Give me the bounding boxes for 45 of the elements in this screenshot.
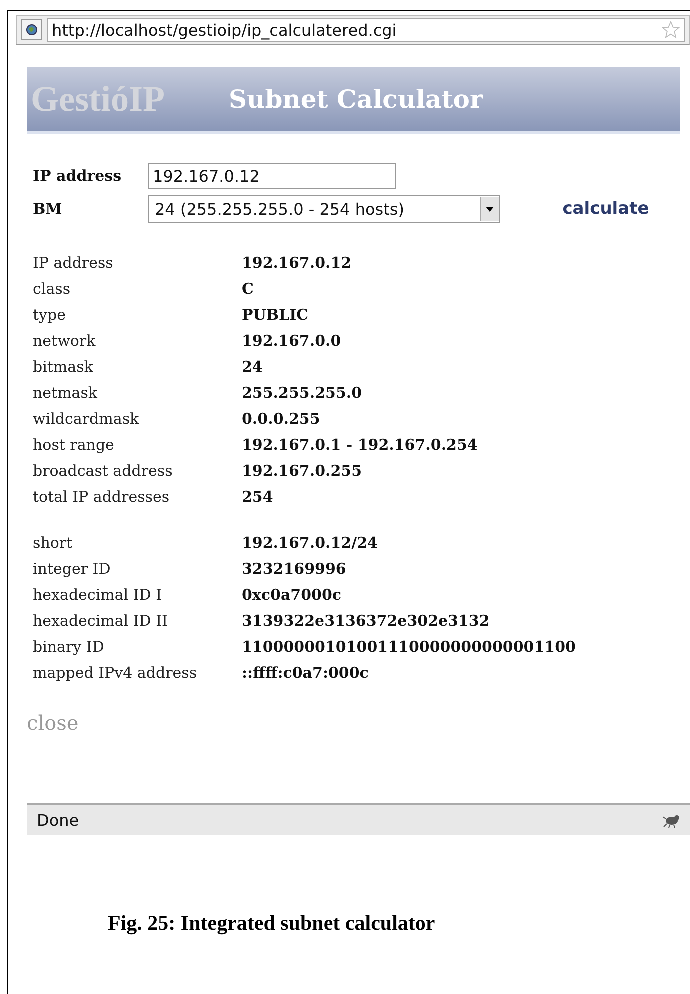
field-label: BM: [33, 200, 64, 218]
ip-address-field[interactable]: 192.167.0.12: [148, 163, 396, 189]
result-value: ::ffff:c0a7:000c: [242, 663, 370, 684]
result-value: PUBLIC: [242, 305, 310, 326]
page-title: Subnet Calculator: [228, 84, 484, 114]
status-text: Done: [37, 810, 80, 830]
caret-icon: [486, 206, 494, 212]
result-label: hexadecimal ID II: [33, 611, 169, 632]
result-value: 192.167.0.0: [242, 331, 342, 352]
figure-caption: Fig. 25: Integrated subnet calculator: [108, 911, 436, 936]
result-label: bitmask: [33, 357, 94, 378]
url-field[interactable]: http://localhost/gestioip/ip_calculatered.cgi: [47, 18, 685, 42]
result-label: hexadecimal ID I: [33, 585, 163, 606]
result-label: total IP addresses: [33, 487, 171, 508]
result-label: netmask: [33, 383, 99, 404]
result-value: 0xc0a7000c: [242, 585, 343, 606]
result-value: 3232169996: [242, 559, 348, 580]
result-value: 0.0.0.255: [242, 409, 322, 430]
result-value: 192.167.0.12/24: [242, 533, 379, 554]
page-icon: [21, 19, 43, 41]
result-label: short: [33, 533, 74, 554]
result-label: IP address: [33, 253, 114, 274]
result-value: 24: [242, 357, 264, 378]
result-value: 192.167.0.1 - 192.167.0.254: [242, 435, 479, 456]
result-label: broadcast address: [33, 461, 174, 482]
bitmask-dropdown[interactable]: 24 (255.255.255.0 - 254 hosts): [148, 195, 500, 223]
result-label: class: [33, 279, 72, 300]
result-value: 254: [242, 487, 274, 508]
star-icon[interactable]: [662, 21, 680, 39]
result-label: network: [33, 331, 97, 352]
calculate-link[interactable]: calculate: [562, 199, 690, 219]
result-label: integer ID: [33, 559, 112, 580]
result-value: 3139322e3136372e302e3132: [242, 611, 491, 632]
result-value: C: [242, 279, 255, 300]
result-label: binary ID: [33, 637, 106, 658]
result-label: type: [33, 305, 67, 326]
result-value: 192.167.0.255: [242, 461, 364, 482]
result-value: 11000000101001110000000000001100: [242, 637, 577, 658]
result-value: 255.255.255.0: [242, 383, 364, 404]
result-label: host range: [33, 435, 116, 456]
field-label: IP address: [33, 167, 123, 185]
result-label: mapped IPv4 address: [33, 663, 198, 684]
logo: GestióIP: [31, 78, 165, 120]
result-label: wildcardmask: [33, 409, 140, 430]
result-value: 192.167.0.12: [242, 253, 353, 274]
